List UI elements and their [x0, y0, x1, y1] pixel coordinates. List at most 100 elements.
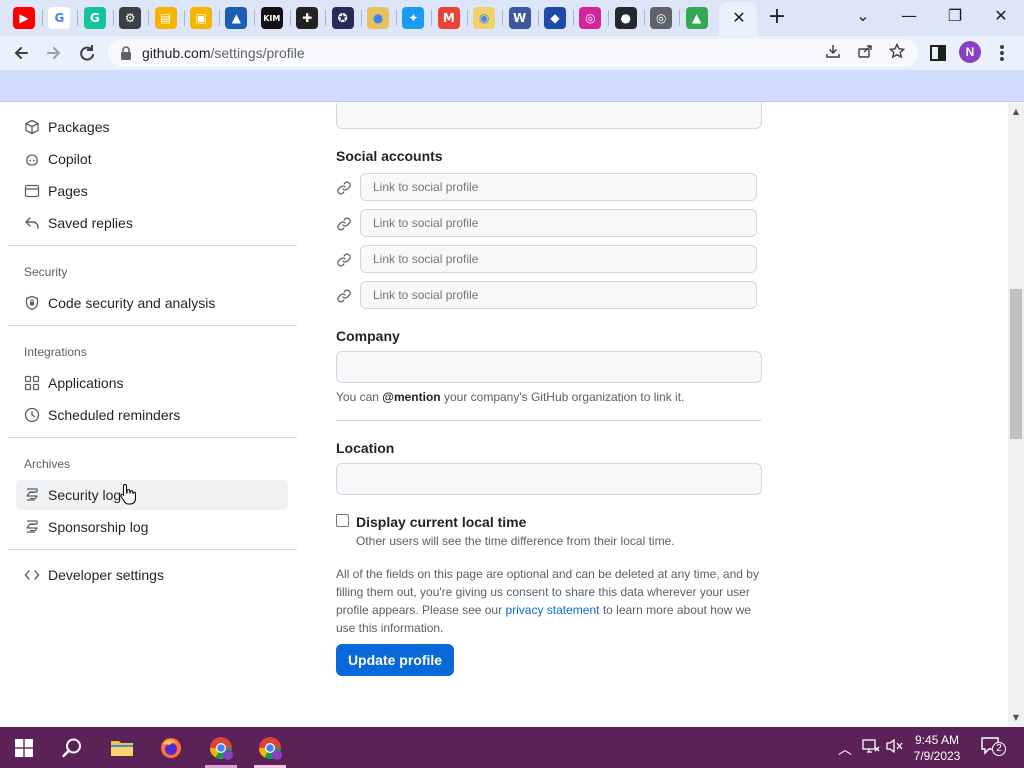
new-tab-button[interactable]: +: [765, 6, 789, 30]
sidebar-item-pages[interactable]: Pages: [16, 176, 288, 206]
youtube-tab-icon[interactable]: ▶: [13, 7, 35, 29]
clock-area[interactable]: 9:45 AM 7/9/2023: [912, 732, 962, 768]
back-button[interactable]: [8, 40, 34, 66]
scroll-thumb[interactable]: [1010, 289, 1022, 439]
reload-button[interactable]: [74, 40, 100, 66]
google-tab-icon[interactable]: G: [48, 7, 71, 29]
puzzle-tab-icon[interactable]: ✚: [296, 7, 319, 29]
code-icon: [24, 570, 40, 580]
scroll-up-arrow-icon[interactable]: ▲: [1008, 105, 1024, 119]
tab-search-icon[interactable]: ⌄: [848, 4, 878, 30]
sidebar-item-label: Copilot: [48, 151, 92, 167]
sonic-tab-icon[interactable]: ◆: [544, 7, 566, 29]
volume-muted-icon[interactable]: [886, 738, 904, 768]
firefox-icon[interactable]: [156, 733, 186, 763]
browser-menu-icon[interactable]: [989, 40, 1015, 66]
minimize-button[interactable]: —: [894, 4, 924, 30]
forward-button[interactable]: [41, 40, 67, 66]
local-time-label[interactable]: Display current local time: [356, 514, 526, 530]
sidebar-item-label: Security log: [48, 487, 122, 503]
url-host: github.com: [142, 45, 211, 61]
wiki-tab-icon[interactable]: W: [508, 7, 531, 29]
local-time-checkbox[interactable]: [336, 514, 349, 527]
sidebar-item-scheduled-reminders[interactable]: Scheduled reminders: [16, 400, 288, 430]
tray-time: 9:45 AM: [914, 733, 960, 747]
chrome-icon[interactable]: [206, 733, 236, 763]
update-profile-button[interactable]: Update profile: [336, 644, 454, 676]
settings-tab-icon[interactable]: ⚙: [119, 7, 142, 29]
meet-tab-icon[interactable]: ▣: [190, 7, 212, 29]
shield-lock-icon: [25, 295, 39, 311]
chrome-tab-icon[interactable]: ◎: [650, 7, 673, 29]
company-label: Company: [336, 328, 400, 344]
sidebar-heading-security: Security: [24, 265, 68, 279]
social-link-input-1[interactable]: [360, 173, 757, 201]
sidebar-item-label: Packages: [48, 119, 110, 135]
tab-separator: [289, 10, 291, 26]
chrome-profile-n-icon[interactable]: [255, 733, 285, 763]
sidebar-item-label: Code security and analysis: [48, 295, 216, 311]
bookmark-star-icon[interactable]: [887, 42, 907, 63]
reload-icon: [80, 45, 94, 61]
sidebar-item-code-security[interactable]: Code security and analysis: [16, 288, 288, 318]
social-link-input-4[interactable]: [360, 281, 757, 309]
lock-icon[interactable]: [120, 46, 132, 60]
close-tab-icon[interactable]: ✕: [729, 8, 749, 28]
image-tab-icon[interactable]: ▲: [225, 7, 248, 29]
social-link-input-2[interactable]: [360, 209, 757, 237]
profile-avatar[interactable]: N: [959, 41, 981, 63]
share-icon[interactable]: [855, 43, 875, 63]
tray-overflow-icon[interactable]: ︿: [838, 739, 852, 768]
bio-field[interactable]: [336, 103, 762, 129]
tab-separator: [360, 10, 362, 26]
notifications-icon[interactable]: 2: [980, 736, 1008, 760]
company-note-mention: @mention: [382, 390, 441, 404]
social-link-input-3[interactable]: [360, 245, 757, 273]
page-scrollbar[interactable]: ▲ ▼: [1008, 103, 1024, 727]
tab-separator: [608, 10, 610, 26]
windows-start-icon[interactable]: [9, 733, 39, 763]
game-tab-icon[interactable]: ✪: [331, 7, 354, 29]
network-icon[interactable]: [862, 738, 880, 768]
sidebar-item-developer-settings[interactable]: Developer settings: [16, 560, 288, 590]
coin-tab-icon[interactable]: ●: [367, 7, 389, 29]
window-close-button[interactable]: ✕: [986, 4, 1016, 30]
grammarly-tab-icon[interactable]: G: [83, 7, 106, 29]
form-divider: [336, 420, 762, 421]
instagram-tab-icon[interactable]: ◎: [579, 7, 602, 29]
bulb-tab-icon[interactable]: ◉: [473, 7, 496, 29]
sidebar-item-label: Saved replies: [48, 215, 133, 231]
address-bar[interactable]: github.com/settings/profile: [108, 39, 918, 67]
sidebar-item-label: Pages: [48, 183, 88, 199]
scroll-down-arrow-icon[interactable]: ▼: [1008, 711, 1024, 725]
sidebar-item-security-log[interactable]: Security log: [16, 480, 288, 510]
sidebar-item-packages[interactable]: Packages: [16, 112, 288, 142]
restore-button[interactable]: ❐: [940, 4, 970, 30]
sidebar-item-label: Applications: [48, 375, 124, 391]
tab-separator: [112, 10, 114, 26]
drive-tab-icon[interactable]: ▲: [685, 7, 708, 29]
github-tab-icon[interactable]: ●: [614, 7, 637, 29]
search-icon[interactable]: [57, 733, 87, 763]
folder-tab-icon[interactable]: ▤: [154, 7, 177, 29]
sidebar-item-applications[interactable]: Applications: [16, 368, 288, 398]
company-note: You can @mention your company's GitHub o…: [336, 390, 684, 404]
file-explorer-icon[interactable]: [107, 733, 137, 763]
sidebar-divider: [8, 549, 297, 550]
install-app-icon[interactable]: [823, 43, 843, 63]
sidebar-item-sponsorship-log[interactable]: Sponsorship log: [16, 512, 288, 542]
location-input[interactable]: [336, 463, 762, 495]
sidebar-item-copilot[interactable]: Copilot: [16, 144, 288, 174]
hand-cursor-icon: [120, 483, 136, 505]
gmail-tab-icon[interactable]: M: [437, 7, 460, 29]
privacy-statement-link[interactable]: privacy statement: [505, 603, 599, 617]
tab-separator: [148, 10, 150, 26]
kim-tab-icon[interactable]: KIM: [260, 7, 283, 29]
sidebar-item-label: Scheduled reminders: [48, 407, 181, 423]
package-icon: [25, 119, 39, 135]
twitter-tab-icon[interactable]: ✦: [402, 7, 425, 29]
sidebar-item-saved-replies[interactable]: Saved replies: [16, 208, 288, 238]
sidepanel-icon[interactable]: [925, 40, 951, 66]
reply-icon: [25, 217, 39, 229]
company-input[interactable]: [336, 351, 762, 383]
